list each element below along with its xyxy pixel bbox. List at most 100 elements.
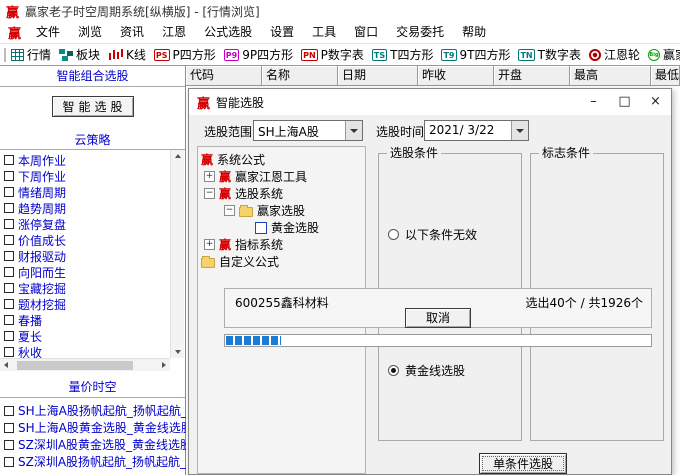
chevron-down-icon[interactable] — [511, 121, 528, 140]
toolbar-button[interactable]: TN T数字表 — [518, 46, 581, 63]
menu-item[interactable]: 设置 — [261, 22, 303, 43]
list-item[interactable]: 价值成长 — [4, 232, 170, 248]
menu-item[interactable]: 资讯 — [111, 22, 153, 43]
toolbar-button[interactable]: PS P四方形 — [154, 46, 216, 63]
tree-item[interactable]: 选股系统 — [198, 185, 365, 202]
checkbox[interactable] — [4, 315, 14, 325]
list-item-label: 情绪周期 — [18, 184, 66, 200]
column-header[interactable]: 名称 — [262, 66, 338, 86]
list-item[interactable]: SH上海A股黄金选股_黄金线选股_ — [4, 419, 186, 436]
toolbar-button[interactable]: P9 9P四方形 — [224, 46, 293, 63]
list-item[interactable]: SH上海A股扬帆起航_扬帆起航_ — [4, 402, 186, 419]
menu-item[interactable]: 江恩 — [153, 22, 195, 43]
time-select[interactable]: 2021/ 3/22 — [424, 120, 529, 141]
checkbox[interactable] — [4, 440, 14, 450]
radio-conditions-invalid[interactable]: 以下条件无效 — [388, 227, 477, 241]
maximize-button[interactable]: □ — [609, 89, 640, 115]
checkbox[interactable] — [4, 406, 14, 416]
toolbar-button[interactable]: Big 赢家轮 — [648, 46, 680, 63]
volume-time-list: SH上海A股扬帆起航_扬帆起航_ SH上海A股黄金选股_黄金线选股_ SZ深圳A… — [0, 402, 186, 470]
menu-item[interactable]: 公式选股 — [195, 22, 261, 43]
column-header[interactable]: 最低 — [651, 66, 680, 86]
tree-expand-toggle[interactable] — [204, 171, 215, 182]
radio-gold-line-select[interactable]: 黄金线选股 — [388, 363, 465, 377]
menu-item[interactable]: 浏览 — [69, 22, 111, 43]
radio-checked-icon[interactable] — [388, 365, 399, 376]
scroll-down-icon[interactable] — [175, 350, 181, 354]
menu-item[interactable]: 帮助 — [453, 22, 495, 43]
list-item-label: 宝藏挖掘 — [18, 280, 66, 296]
tree-item[interactable]: 赢家选股 — [198, 202, 365, 219]
list-item[interactable]: 本周作业 — [4, 152, 170, 168]
list-item[interactable]: 情绪周期 — [4, 184, 170, 200]
list-item[interactable]: 夏长 — [4, 328, 170, 344]
checkbox[interactable] — [4, 155, 14, 165]
tree-item[interactable]: 系统公式 — [198, 151, 365, 168]
range-select[interactable]: SH上海A股 — [253, 120, 363, 141]
tree-expand-toggle[interactable] — [204, 239, 215, 250]
list-item[interactable]: 题材挖掘 — [4, 296, 170, 312]
tree-item[interactable]: 赢家江恩工具 — [198, 168, 365, 185]
chevron-down-icon[interactable] — [345, 121, 362, 140]
close-button[interactable]: × — [640, 89, 671, 115]
checkbox[interactable] — [4, 283, 14, 293]
scroll-left-icon[interactable] — [4, 362, 8, 368]
smart-select-button[interactable]: 智能选股 — [52, 96, 134, 117]
list-item[interactable]: 春播 — [4, 312, 170, 328]
toolbar-button[interactable]: K线 — [108, 46, 146, 63]
toolbar-button[interactable]: 板块 — [59, 46, 100, 63]
checkbox[interactable] — [4, 457, 14, 467]
column-header[interactable]: 最高 — [570, 66, 651, 86]
list-item[interactable]: SZ深圳A股扬帆起航_扬帆起航_ — [4, 453, 186, 470]
tree-item[interactable]: 黄金选股 — [198, 219, 365, 236]
checkbox[interactable] — [4, 251, 14, 261]
toolbar-button[interactable]: 江恩轮 — [589, 46, 640, 63]
condition-group-label: 选股条件 — [387, 146, 441, 160]
cancel-button[interactable]: 取消 — [405, 308, 471, 328]
horizontal-scrollbar[interactable] — [0, 358, 170, 371]
menu-item[interactable]: 交易委托 — [387, 22, 453, 43]
column-header[interactable]: 日期 — [338, 66, 418, 86]
scroll-up-icon[interactable] — [175, 154, 181, 158]
vertical-scrollbar[interactable] — [170, 150, 184, 358]
column-header[interactable]: 开盘 — [494, 66, 570, 86]
checkbox[interactable] — [4, 347, 14, 357]
toolbar-button[interactable]: T9 9T四方形 — [441, 46, 510, 63]
list-item[interactable]: 向阳而生 — [4, 264, 170, 280]
list-item[interactable]: 趋势周期 — [4, 200, 170, 216]
toolbar-button[interactable]: TS T四方形 — [372, 46, 434, 63]
tree-expand-toggle[interactable] — [204, 188, 215, 199]
tree-expand-toggle[interactable] — [224, 205, 235, 216]
single-condition-select-button[interactable]: 单条件选股 — [479, 453, 567, 474]
checkbox[interactable] — [4, 423, 14, 433]
checkbox[interactable] — [4, 187, 14, 197]
list-item[interactable]: 涨停复盘 — [4, 216, 170, 232]
scrollbar-thumb[interactable] — [17, 361, 133, 370]
radio-icon[interactable] — [388, 229, 399, 240]
toolbar-grip[interactable] — [4, 48, 6, 62]
checkbox[interactable] — [4, 299, 14, 309]
list-item[interactable]: SZ深圳A股黄金选股_黄金线选股_ — [4, 436, 186, 453]
menu-item[interactable]: 工具 — [303, 22, 345, 43]
toolbar-button[interactable]: 行情 — [11, 46, 51, 63]
list-item[interactable]: 秋收 — [4, 344, 170, 358]
scroll-right-icon[interactable] — [162, 362, 166, 368]
menu-item[interactable]: 文件 — [27, 22, 69, 43]
checkbox[interactable] — [4, 171, 14, 181]
menu-item[interactable]: 窗口 — [345, 22, 387, 43]
list-item[interactable]: 下周作业 — [4, 168, 170, 184]
list-item[interactable]: 财报驱动 — [4, 248, 170, 264]
checkbox[interactable] — [4, 235, 14, 245]
tree-item[interactable]: 指标系统 — [198, 236, 365, 253]
column-header[interactable]: 代码 — [186, 66, 262, 86]
column-header[interactable]: 昨收 — [418, 66, 494, 86]
toolbar-button[interactable]: PN P数字表 — [301, 46, 364, 63]
tree-item[interactable]: 自定义公式 — [198, 253, 365, 270]
checkbox[interactable] — [4, 331, 14, 341]
checkbox[interactable] — [4, 203, 14, 213]
checkbox[interactable] — [4, 219, 14, 229]
winner-logo-icon — [201, 151, 213, 168]
minimize-button[interactable]: – — [578, 89, 609, 115]
checkbox[interactable] — [4, 267, 14, 277]
list-item[interactable]: 宝藏挖掘 — [4, 280, 170, 296]
